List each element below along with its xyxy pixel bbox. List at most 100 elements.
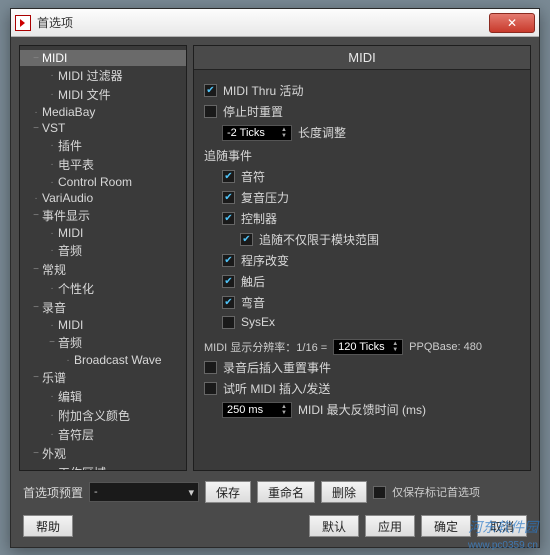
preset-bar: 首选项预置 - ▾ 保存 重命名 删除 仅保存标记首选项	[19, 477, 531, 507]
save-preset-button[interactable]: 保存	[205, 481, 251, 503]
tree-item-label: 个性化	[58, 280, 94, 297]
tree-item[interactable]: −乐谱	[20, 368, 186, 387]
tree-item-label: MediaBay	[42, 105, 95, 119]
tree-item-label: MIDI	[42, 51, 67, 65]
collapse-icon[interactable]: −	[30, 210, 42, 221]
spinner-arrows-icon[interactable]: ▲▼	[281, 404, 287, 416]
checkbox-icon[interactable]	[204, 84, 217, 97]
ok-button[interactable]: 确定	[421, 515, 471, 537]
category-tree[interactable]: −MIDI·MIDI 过滤器·MIDI 文件·MediaBay−VST·插件·电…	[19, 45, 187, 471]
checkbox-icon[interactable]	[204, 361, 217, 374]
bullet-icon: ·	[62, 355, 74, 366]
checkbox-icon[interactable]	[222, 170, 235, 183]
tree-item[interactable]: ·MIDI	[20, 225, 186, 241]
bullet-icon: ·	[46, 410, 58, 421]
bullet-icon: ·	[46, 70, 58, 81]
spinner-arrows-icon[interactable]: ▲▼	[281, 127, 287, 139]
tree-item[interactable]: ·MediaBay	[20, 104, 186, 120]
tree-item[interactable]: ·Broadcast Wave	[20, 352, 186, 368]
checkbox-icon[interactable]	[222, 212, 235, 225]
opt-chase-beyond[interactable]: 追随不仅限于模块范围	[204, 231, 520, 248]
checkbox-icon[interactable]	[222, 275, 235, 288]
label: 追随不仅限于模块范围	[259, 231, 379, 248]
default-button[interactable]: 默认	[309, 515, 359, 537]
tree-item[interactable]: ·Control Room	[20, 174, 186, 190]
opt-audition-midi[interactable]: 试听 MIDI 插入/发送	[204, 380, 520, 397]
tree-item[interactable]: ·VariAudio	[20, 190, 186, 206]
tree-item[interactable]: −录音	[20, 298, 186, 317]
tree-item[interactable]: −VST	[20, 120, 186, 136]
tree-item[interactable]: ·个性化	[20, 279, 186, 298]
display-resolution-row: MIDI 显示分辨率：1/16 = 120 Ticks ▲▼ PPQBase: …	[204, 339, 520, 355]
collapse-icon[interactable]: −	[30, 448, 42, 459]
collapse-icon[interactable]: −	[46, 337, 58, 348]
collapse-icon[interactable]: −	[30, 264, 42, 275]
preset-select[interactable]: - ▾	[89, 482, 199, 502]
checkbox-icon[interactable]	[240, 233, 253, 246]
opt-midi-thru[interactable]: MIDI Thru 活动	[204, 82, 520, 99]
opt-chase-sysex[interactable]: SysEx	[204, 315, 520, 329]
only-marked-label: 仅保存标记首选项	[392, 484, 480, 500]
collapse-icon[interactable]: −	[30, 372, 42, 383]
chevron-down-icon: ▾	[188, 486, 194, 499]
length-spinner[interactable]: -2 Ticks ▲▼	[222, 125, 292, 141]
opt-reset-on-stop[interactable]: 停止时重置	[204, 103, 520, 120]
tree-item[interactable]: ·附加含义颜色	[20, 406, 186, 425]
section-title: MIDI	[194, 46, 530, 70]
settings-content: MIDI Thru 活动 停止时重置 -2 Ticks ▲▼ 长度调整 追随事件	[194, 70, 530, 470]
checkbox-icon[interactable]	[204, 382, 217, 395]
checkbox-icon[interactable]	[204, 105, 217, 118]
display-res-spinner[interactable]: 120 Ticks ▲▼	[333, 339, 403, 355]
opt-chase-pitchbend[interactable]: 弯音	[204, 294, 520, 311]
opt-chase-controller[interactable]: 控制器	[204, 210, 520, 227]
spin-value: 250 ms	[227, 404, 263, 416]
tree-item-label: VariAudio	[42, 191, 93, 205]
spinner-arrows-icon[interactable]: ▲▼	[392, 341, 398, 353]
bullet-icon: ·	[46, 228, 58, 239]
checkbox-icon[interactable]	[222, 191, 235, 204]
collapse-icon[interactable]: −	[30, 302, 42, 313]
tree-item-label: 电平表	[58, 156, 94, 173]
tree-item[interactable]: ·工作区域	[20, 463, 186, 471]
collapse-icon[interactable]: −	[30, 53, 42, 64]
tree-item-label: 插件	[58, 137, 82, 154]
tree-item[interactable]: ·电平表	[20, 155, 186, 174]
tree-item[interactable]: −事件显示	[20, 206, 186, 225]
tree-item[interactable]: ·MIDI	[20, 317, 186, 333]
tree-item-label: MIDI 文件	[58, 86, 111, 103]
tree-item[interactable]: −MIDI	[20, 50, 186, 66]
checkbox-icon[interactable]	[222, 316, 235, 329]
checkbox-icon[interactable]	[222, 254, 235, 267]
tree-item[interactable]: −常规	[20, 260, 186, 279]
delete-preset-button[interactable]: 删除	[321, 481, 367, 503]
bullet-icon: ·	[46, 140, 58, 151]
checkbox-icon[interactable]	[222, 296, 235, 309]
tree-item[interactable]: ·音符层	[20, 425, 186, 444]
only-marked-checkbox[interactable]	[373, 486, 386, 499]
tree-item-label: Broadcast Wave	[74, 353, 162, 367]
tree-item-label: 乐谱	[42, 369, 66, 386]
opt-chase-note[interactable]: 音符	[204, 168, 520, 185]
tree-item[interactable]: −外观	[20, 444, 186, 463]
preset-value: -	[94, 486, 98, 498]
opt-insert-reset[interactable]: 录音后插入重置事件	[204, 359, 520, 376]
apply-button[interactable]: 应用	[365, 515, 415, 537]
tree-item[interactable]: ·插件	[20, 136, 186, 155]
tree-item[interactable]: ·MIDI 文件	[20, 85, 186, 104]
help-button[interactable]: 帮助	[23, 515, 73, 537]
feedback-spinner[interactable]: 250 ms ▲▼	[222, 402, 292, 418]
cancel-button[interactable]: 取消	[477, 515, 527, 537]
tree-item-label: 附加含义颜色	[58, 407, 130, 424]
tree-item[interactable]: ·MIDI 过滤器	[20, 66, 186, 85]
tree-item[interactable]: ·编辑	[20, 387, 186, 406]
rename-preset-button[interactable]: 重命名	[257, 481, 315, 503]
tree-item-label: VST	[42, 121, 65, 135]
opt-chase-poly[interactable]: 复音压力	[204, 189, 520, 206]
tree-item[interactable]: ·音频	[20, 241, 186, 260]
opt-chase-program[interactable]: 程序改变	[204, 252, 520, 269]
tree-item[interactable]: −音频	[20, 333, 186, 352]
close-button[interactable]: ✕	[489, 13, 535, 33]
chase-events-label: 追随事件	[204, 147, 520, 164]
opt-chase-aftertouch[interactable]: 触后	[204, 273, 520, 290]
collapse-icon[interactable]: −	[30, 123, 42, 134]
